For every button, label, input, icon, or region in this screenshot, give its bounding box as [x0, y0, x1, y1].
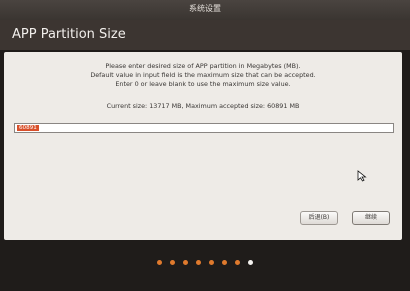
progress-dot — [209, 260, 214, 265]
content-panel: Please enter desired size of APP partiti… — [4, 52, 402, 240]
installer-window: 系统设置 APP Partition Size Please enter des… — [0, 0, 410, 291]
current-size-text: Current size: 13717 MB, Maximum accepted… — [106, 102, 300, 110]
page-header: APP Partition Size — [0, 20, 410, 50]
progress-dot — [235, 260, 240, 265]
instruction-line-2: Default value in input field is the maxi… — [90, 71, 316, 79]
progress-dot — [248, 260, 253, 265]
partition-size-input[interactable]: 60891 — [14, 123, 394, 133]
progress-dot — [196, 260, 201, 265]
partition-size-value: 60891 — [17, 125, 39, 131]
progress-dots — [0, 260, 410, 268]
mouse-cursor-icon — [357, 170, 367, 182]
progress-dot — [222, 260, 227, 265]
continue-button[interactable]: 继续 — [352, 211, 390, 225]
title-bar: 系统设置 — [0, 0, 410, 21]
back-button[interactable]: 后退(B) — [300, 211, 338, 225]
instruction-line-3: Enter 0 or leave blank to use the maximu… — [115, 80, 291, 88]
progress-dot — [170, 260, 175, 265]
progress-dot — [183, 260, 188, 265]
instructions: Please enter desired size of APP partiti… — [4, 62, 402, 89]
instruction-line-1: Please enter desired size of APP partiti… — [105, 62, 301, 70]
progress-dot — [157, 260, 162, 265]
page-title: APP Partition Size — [12, 27, 126, 42]
window-title: 系统设置 — [189, 4, 221, 13]
